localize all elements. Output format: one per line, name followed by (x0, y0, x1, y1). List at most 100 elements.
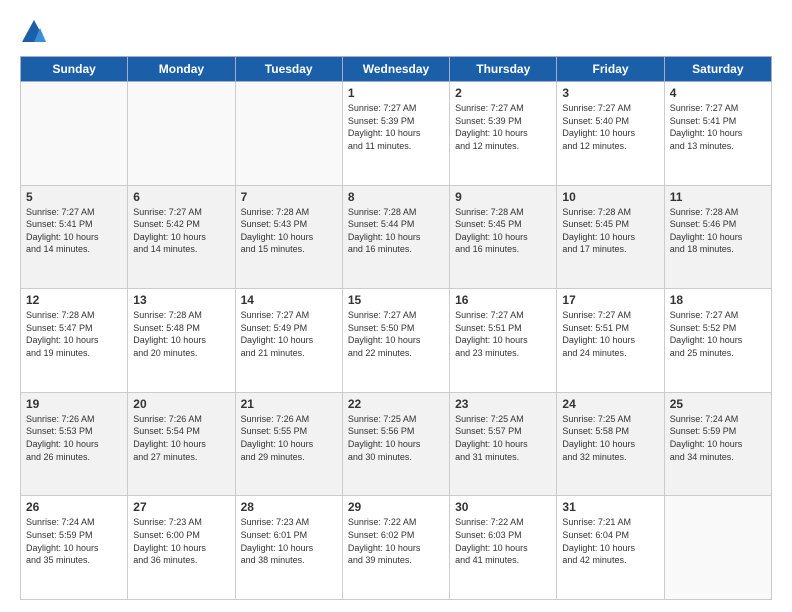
calendar-day-cell: 3 Sunrise: 7:27 AM Sunset: 5:40 PM Daylig… (557, 82, 664, 186)
day-number: 10 (562, 190, 658, 204)
day-number: 26 (26, 500, 122, 514)
calendar-day-header: Thursday (450, 57, 557, 82)
day-number: 3 (562, 86, 658, 100)
calendar-day-cell: 12 Sunrise: 7:28 AM Sunset: 5:47 PM Dayli… (21, 289, 128, 393)
day-number: 28 (241, 500, 337, 514)
day-number: 31 (562, 500, 658, 514)
calendar-day-cell: 13 Sunrise: 7:28 AM Sunset: 5:48 PM Dayli… (128, 289, 235, 393)
page: SundayMondayTuesdayWednesdayThursdayFrid… (0, 0, 792, 612)
logo (20, 18, 52, 46)
day-info: Sunrise: 7:27 AM Sunset: 5:49 PM Dayligh… (241, 309, 337, 359)
calendar-day-header: Sunday (21, 57, 128, 82)
calendar-week-row: 1 Sunrise: 7:27 AM Sunset: 5:39 PM Daylig… (21, 82, 772, 186)
calendar-day-cell: 7 Sunrise: 7:28 AM Sunset: 5:43 PM Daylig… (235, 185, 342, 289)
day-info: Sunrise: 7:21 AM Sunset: 6:04 PM Dayligh… (562, 516, 658, 566)
day-info: Sunrise: 7:24 AM Sunset: 5:59 PM Dayligh… (26, 516, 122, 566)
calendar-day-cell: 22Sunrise: 7:25 AM Sunset: 5:56 PM Dayli… (342, 392, 449, 496)
calendar-day-cell: 17 Sunrise: 7:27 AM Sunset: 5:51 PM Dayli… (557, 289, 664, 393)
calendar-day-header: Tuesday (235, 57, 342, 82)
day-info: Sunrise: 7:25 AM Sunset: 5:58 PM Dayligh… (562, 413, 658, 463)
day-info: Sunrise: 7:28 AM Sunset: 5:46 PM Dayligh… (670, 206, 766, 256)
day-number: 20 (133, 397, 229, 411)
calendar-day-cell: 18 Sunrise: 7:27 AM Sunset: 5:52 PM Dayli… (664, 289, 771, 393)
day-info: Sunrise: 7:28 AM Sunset: 5:44 PM Dayligh… (348, 206, 444, 256)
day-number: 27 (133, 500, 229, 514)
calendar-day-cell: 11 Sunrise: 7:28 AM Sunset: 5:46 PM Dayli… (664, 185, 771, 289)
calendar-day-cell: 29Sunrise: 7:22 AM Sunset: 6:02 PM Dayli… (342, 496, 449, 600)
day-info: Sunrise: 7:27 AM Sunset: 5:50 PM Dayligh… (348, 309, 444, 359)
day-number: 12 (26, 293, 122, 307)
calendar-day-cell: 8 Sunrise: 7:28 AM Sunset: 5:44 PM Daylig… (342, 185, 449, 289)
day-info: Sunrise: 7:28 AM Sunset: 5:45 PM Dayligh… (455, 206, 551, 256)
calendar-week-row: 26 Sunrise: 7:24 AM Sunset: 5:59 PM Dayli… (21, 496, 772, 600)
day-info: Sunrise: 7:27 AM Sunset: 5:40 PM Dayligh… (562, 102, 658, 152)
day-info: Sunrise: 7:27 AM Sunset: 5:52 PM Dayligh… (670, 309, 766, 359)
day-number: 23 (455, 397, 551, 411)
day-info: Sunrise: 7:26 AM Sunset: 5:53 PM Dayligh… (26, 413, 122, 463)
day-number: 18 (670, 293, 766, 307)
day-number: 1 (348, 86, 444, 100)
day-info: Sunrise: 7:28 AM Sunset: 5:48 PM Dayligh… (133, 309, 229, 359)
day-info: Sunrise: 7:27 AM Sunset: 5:39 PM Dayligh… (348, 102, 444, 152)
calendar-day-cell: 23 Sunrise: 7:25 AM Sunset: 5:57 PM Dayli… (450, 392, 557, 496)
day-info: Sunrise: 7:25 AM Sunset: 5:57 PM Dayligh… (455, 413, 551, 463)
calendar-week-row: 12 Sunrise: 7:28 AM Sunset: 5:47 PM Dayli… (21, 289, 772, 393)
day-number: 15 (348, 293, 444, 307)
calendar-day-cell (664, 496, 771, 600)
day-number: 5 (26, 190, 122, 204)
day-info: Sunrise: 7:28 AM Sunset: 5:45 PM Dayligh… (562, 206, 658, 256)
calendar-day-header: Wednesday (342, 57, 449, 82)
calendar-header-row: SundayMondayTuesdayWednesdayThursdayFrid… (21, 57, 772, 82)
calendar-day-header: Monday (128, 57, 235, 82)
day-info: Sunrise: 7:23 AM Sunset: 6:00 PM Dayligh… (133, 516, 229, 566)
day-number: 2 (455, 86, 551, 100)
day-info: Sunrise: 7:27 AM Sunset: 5:42 PM Dayligh… (133, 206, 229, 256)
day-number: 4 (670, 86, 766, 100)
day-number: 7 (241, 190, 337, 204)
calendar-day-cell: 24 Sunrise: 7:25 AM Sunset: 5:58 PM Dayli… (557, 392, 664, 496)
logo-icon (20, 18, 48, 46)
day-number: 11 (670, 190, 766, 204)
day-info: Sunrise: 7:27 AM Sunset: 5:41 PM Dayligh… (26, 206, 122, 256)
day-info: Sunrise: 7:26 AM Sunset: 5:55 PM Dayligh… (241, 413, 337, 463)
day-number: 29 (348, 500, 444, 514)
day-number: 21 (241, 397, 337, 411)
calendar-day-cell: 10 Sunrise: 7:28 AM Sunset: 5:45 PM Dayli… (557, 185, 664, 289)
day-number: 24 (562, 397, 658, 411)
calendar-day-cell (128, 82, 235, 186)
calendar-day-cell: 15 Sunrise: 7:27 AM Sunset: 5:50 PM Dayli… (342, 289, 449, 393)
calendar-day-cell (235, 82, 342, 186)
day-number: 9 (455, 190, 551, 204)
calendar-day-cell: 6 Sunrise: 7:27 AM Sunset: 5:42 PM Daylig… (128, 185, 235, 289)
day-info: Sunrise: 7:28 AM Sunset: 5:47 PM Dayligh… (26, 309, 122, 359)
day-info: Sunrise: 7:28 AM Sunset: 5:43 PM Dayligh… (241, 206, 337, 256)
day-number: 30 (455, 500, 551, 514)
calendar-day-cell: 26 Sunrise: 7:24 AM Sunset: 5:59 PM Dayli… (21, 496, 128, 600)
calendar-day-cell: 14Sunrise: 7:27 AM Sunset: 5:49 PM Dayli… (235, 289, 342, 393)
calendar-day-cell: 31 Sunrise: 7:21 AM Sunset: 6:04 PM Dayli… (557, 496, 664, 600)
day-number: 13 (133, 293, 229, 307)
calendar-day-header: Friday (557, 57, 664, 82)
day-number: 25 (670, 397, 766, 411)
day-info: Sunrise: 7:22 AM Sunset: 6:03 PM Dayligh… (455, 516, 551, 566)
day-info: Sunrise: 7:27 AM Sunset: 5:51 PM Dayligh… (562, 309, 658, 359)
day-info: Sunrise: 7:24 AM Sunset: 5:59 PM Dayligh… (670, 413, 766, 463)
calendar-week-row: 19 Sunrise: 7:26 AM Sunset: 5:53 PM Dayli… (21, 392, 772, 496)
day-number: 16 (455, 293, 551, 307)
calendar-day-cell: 20 Sunrise: 7:26 AM Sunset: 5:54 PM Dayli… (128, 392, 235, 496)
calendar-day-cell (21, 82, 128, 186)
calendar-day-cell: 5 Sunrise: 7:27 AM Sunset: 5:41 PM Daylig… (21, 185, 128, 289)
calendar-day-cell: 2Sunrise: 7:27 AM Sunset: 5:39 PM Daylig… (450, 82, 557, 186)
calendar-day-cell: 28Sunrise: 7:23 AM Sunset: 6:01 PM Dayli… (235, 496, 342, 600)
calendar-day-cell: 4 Sunrise: 7:27 AM Sunset: 5:41 PM Daylig… (664, 82, 771, 186)
day-number: 19 (26, 397, 122, 411)
day-info: Sunrise: 7:27 AM Sunset: 5:41 PM Dayligh… (670, 102, 766, 152)
header (20, 18, 772, 46)
calendar-day-cell: 9 Sunrise: 7:28 AM Sunset: 5:45 PM Daylig… (450, 185, 557, 289)
calendar-day-cell: 30 Sunrise: 7:22 AM Sunset: 6:03 PM Dayli… (450, 496, 557, 600)
day-info: Sunrise: 7:26 AM Sunset: 5:54 PM Dayligh… (133, 413, 229, 463)
day-number: 6 (133, 190, 229, 204)
calendar-day-cell: 25 Sunrise: 7:24 AM Sunset: 5:59 PM Dayli… (664, 392, 771, 496)
day-number: 8 (348, 190, 444, 204)
day-number: 17 (562, 293, 658, 307)
